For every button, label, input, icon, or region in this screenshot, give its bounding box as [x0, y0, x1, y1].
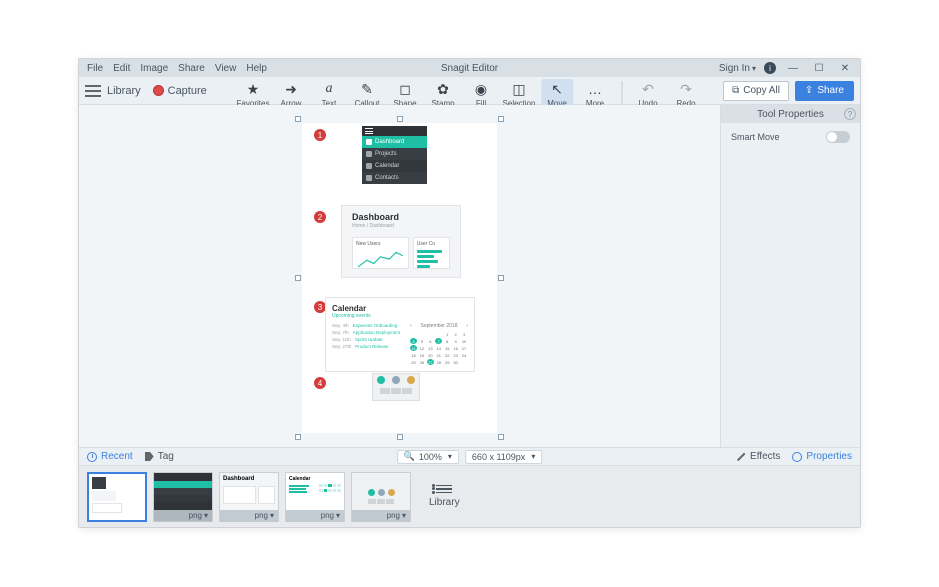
- close-button[interactable]: ✕: [836, 61, 854, 75]
- tool-arrow[interactable]: ➜Arrow: [275, 81, 307, 108]
- thumbnail-2[interactable]: png▾: [153, 472, 213, 522]
- step2-dashboard: Dashboard Home / Dashboard New Users Use…: [341, 205, 461, 278]
- zoom-control[interactable]: 🔍100%▾: [397, 450, 459, 464]
- menu-image[interactable]: Image: [140, 63, 168, 74]
- dimensions-control[interactable]: 660 x 1109px▾: [465, 450, 542, 464]
- maximize-button[interactable]: ☐: [810, 61, 828, 75]
- capture-button[interactable]: Capture: [168, 85, 207, 97]
- signin-link[interactable]: Sign In▾: [719, 63, 756, 74]
- menu-file[interactable]: File: [87, 63, 103, 74]
- titlebar: File Edit Image Share View Help Snagit E…: [79, 59, 860, 77]
- step1-sidebar: Dashboard Projects Calendar Contacts: [362, 126, 427, 184]
- help-icon[interactable]: ?: [844, 108, 856, 120]
- top-toolbar: Library Capture ★Favorites ➜Arrow aText …: [79, 77, 860, 105]
- copy-icon: ⧉: [732, 85, 739, 96]
- status-bar: Recent Tag 🔍100%▾ 660 x 1109px▾ Effects …: [79, 447, 860, 465]
- share-icon: ⇪: [805, 85, 813, 96]
- step-badge-2: 2: [314, 211, 326, 223]
- thumbnail-5[interactable]: png▾: [351, 472, 411, 522]
- search-icon: 🔍: [404, 451, 415, 462]
- menu-edit[interactable]: Edit: [113, 63, 130, 74]
- tag-icon: [145, 452, 154, 461]
- recent-tab[interactable]: Recent: [87, 451, 133, 462]
- smartmove-label: Smart Move: [731, 132, 780, 142]
- record-icon: [153, 85, 164, 96]
- effects-tab[interactable]: Effects: [736, 451, 780, 462]
- share-button[interactable]: ⇪Share: [795, 81, 854, 101]
- tool-stamp[interactable]: ✿Stamp: [427, 81, 459, 108]
- undo-button[interactable]: ↶Undo: [632, 81, 664, 108]
- copy-all-button[interactable]: ⧉Copy All: [723, 81, 789, 101]
- hamburger-icon[interactable]: [85, 85, 101, 97]
- thumbnail-1[interactable]: [87, 472, 147, 522]
- step-badge-4: 4: [314, 377, 326, 389]
- tool-more[interactable]: …More: [579, 81, 611, 108]
- step-badge-1: 1: [314, 129, 326, 141]
- menu-share[interactable]: Share: [178, 63, 205, 74]
- menu-bar: File Edit Image Share View Help: [79, 63, 267, 74]
- properties-header: Tool Properties ?: [721, 105, 860, 123]
- thumbnail-4[interactable]: Calendar png▾: [285, 472, 345, 522]
- canvas-area[interactable]: 1 Dashboard Projects Calendar Contacts 2…: [79, 105, 720, 447]
- tool-palette: ★Favorites ➜Arrow aText ✎Callout ◻Shape …: [237, 79, 702, 108]
- menu-help[interactable]: Help: [246, 63, 267, 74]
- minimize-button[interactable]: —: [784, 61, 802, 75]
- tray-library-button[interactable]: Library: [429, 485, 460, 509]
- smartmove-toggle[interactable]: [826, 131, 850, 143]
- tool-favorites[interactable]: ★Favorites: [237, 81, 269, 108]
- tool-move[interactable]: ↖Move: [541, 79, 573, 108]
- tool-callout[interactable]: ✎Callout: [351, 81, 383, 108]
- gear-icon: [792, 452, 802, 462]
- properties-tab[interactable]: Properties: [792, 451, 852, 462]
- properties-panel: Tool Properties ? Smart Move: [720, 105, 860, 447]
- thumbnail-3[interactable]: Dashboard png▾: [219, 472, 279, 522]
- redo-button[interactable]: ↷Redo: [670, 81, 702, 108]
- library-link[interactable]: Library: [107, 85, 141, 97]
- info-icon[interactable]: i: [764, 62, 776, 74]
- clock-icon: [87, 452, 97, 462]
- tool-selection[interactable]: ◫Selection: [503, 81, 535, 108]
- tag-tab[interactable]: Tag: [145, 451, 174, 462]
- thumbnail-tray: png▾ Dashboard png▾ Calendar: [79, 465, 860, 527]
- tool-fill[interactable]: ◉Fill: [465, 81, 497, 108]
- toolbar-separator: [621, 81, 622, 107]
- canvas-image[interactable]: 1 Dashboard Projects Calendar Contacts 2…: [302, 123, 497, 433]
- tool-shape[interactable]: ◻Shape: [389, 81, 421, 108]
- step4-toolbar: [372, 373, 420, 401]
- wand-icon: [736, 452, 746, 462]
- tool-text[interactable]: aText: [313, 81, 345, 108]
- step3-calendar: Calendar Upcoming events Sep, 4thExpense…: [325, 297, 475, 372]
- menu-view[interactable]: View: [215, 63, 237, 74]
